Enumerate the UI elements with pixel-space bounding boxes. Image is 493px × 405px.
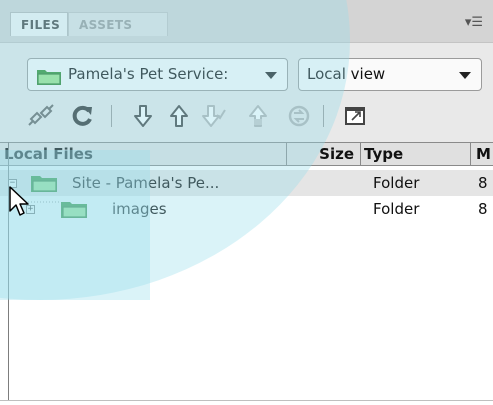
connect-icon[interactable] [26, 101, 56, 131]
column-divider[interactable] [286, 143, 287, 165]
chevron-down-icon [459, 72, 471, 79]
panel-left-border [8, 142, 9, 400]
folder-icon [60, 199, 88, 227]
synchronize-icon[interactable] [284, 101, 314, 131]
column-type[interactable]: Type [364, 143, 464, 165]
site-select[interactable]: Pamela's Pet Service: [27, 58, 288, 91]
files-panel: FILES ASSETS ▾☰ Pamela's Pet Service: Lo… [0, 0, 493, 405]
toolbar-divider [323, 105, 324, 127]
file-name: Site - Pamela's Pe... [72, 174, 220, 192]
view-select[interactable]: Local view [298, 58, 482, 91]
check-out-icon[interactable] [198, 101, 228, 131]
tab-files[interactable]: FILES [10, 12, 68, 36]
column-divider[interactable] [360, 143, 361, 165]
files-toolbar: Pamela's Pet Service: Local view [0, 42, 493, 143]
column-divider[interactable] [470, 143, 471, 165]
chevron-down-icon [265, 72, 277, 79]
file-name: images [112, 200, 167, 218]
file-type: Folder [373, 174, 420, 192]
check-in-icon[interactable] [243, 101, 273, 131]
file-modified: 8 [478, 174, 488, 192]
expand-view-icon[interactable] [340, 101, 370, 131]
file-list: Local Files Size Type M − Site - Pamela'… [0, 142, 493, 405]
get-files-icon[interactable] [128, 101, 158, 131]
table-row[interactable]: − Site - Pamela's Pe... Folder 8 [0, 170, 493, 196]
column-size[interactable]: Size [288, 143, 354, 165]
refresh-icon[interactable] [67, 101, 97, 131]
panel-tab-strip: FILES ASSETS ▾☰ [0, 0, 493, 42]
view-select-value: Local view [307, 65, 386, 83]
panel-bottom-border [0, 400, 493, 401]
tab-assets[interactable]: ASSETS [68, 12, 168, 36]
mouse-pointer-icon [8, 185, 30, 221]
file-list-header: Local Files Size Type M [0, 142, 493, 166]
site-select-value: Pamela's Pet Service: [68, 65, 229, 83]
folder-icon [36, 66, 62, 97]
panel-menu-icon[interactable]: ▾☰ [463, 16, 485, 30]
put-files-icon[interactable] [164, 101, 194, 131]
toolbar-divider [111, 105, 112, 127]
table-row[interactable]: + images Folder 8 [0, 188, 493, 222]
file-modified: 8 [478, 200, 488, 218]
file-type: Folder [373, 200, 420, 218]
column-local-files[interactable]: Local Files [4, 143, 284, 165]
column-modified[interactable]: M [476, 143, 493, 165]
